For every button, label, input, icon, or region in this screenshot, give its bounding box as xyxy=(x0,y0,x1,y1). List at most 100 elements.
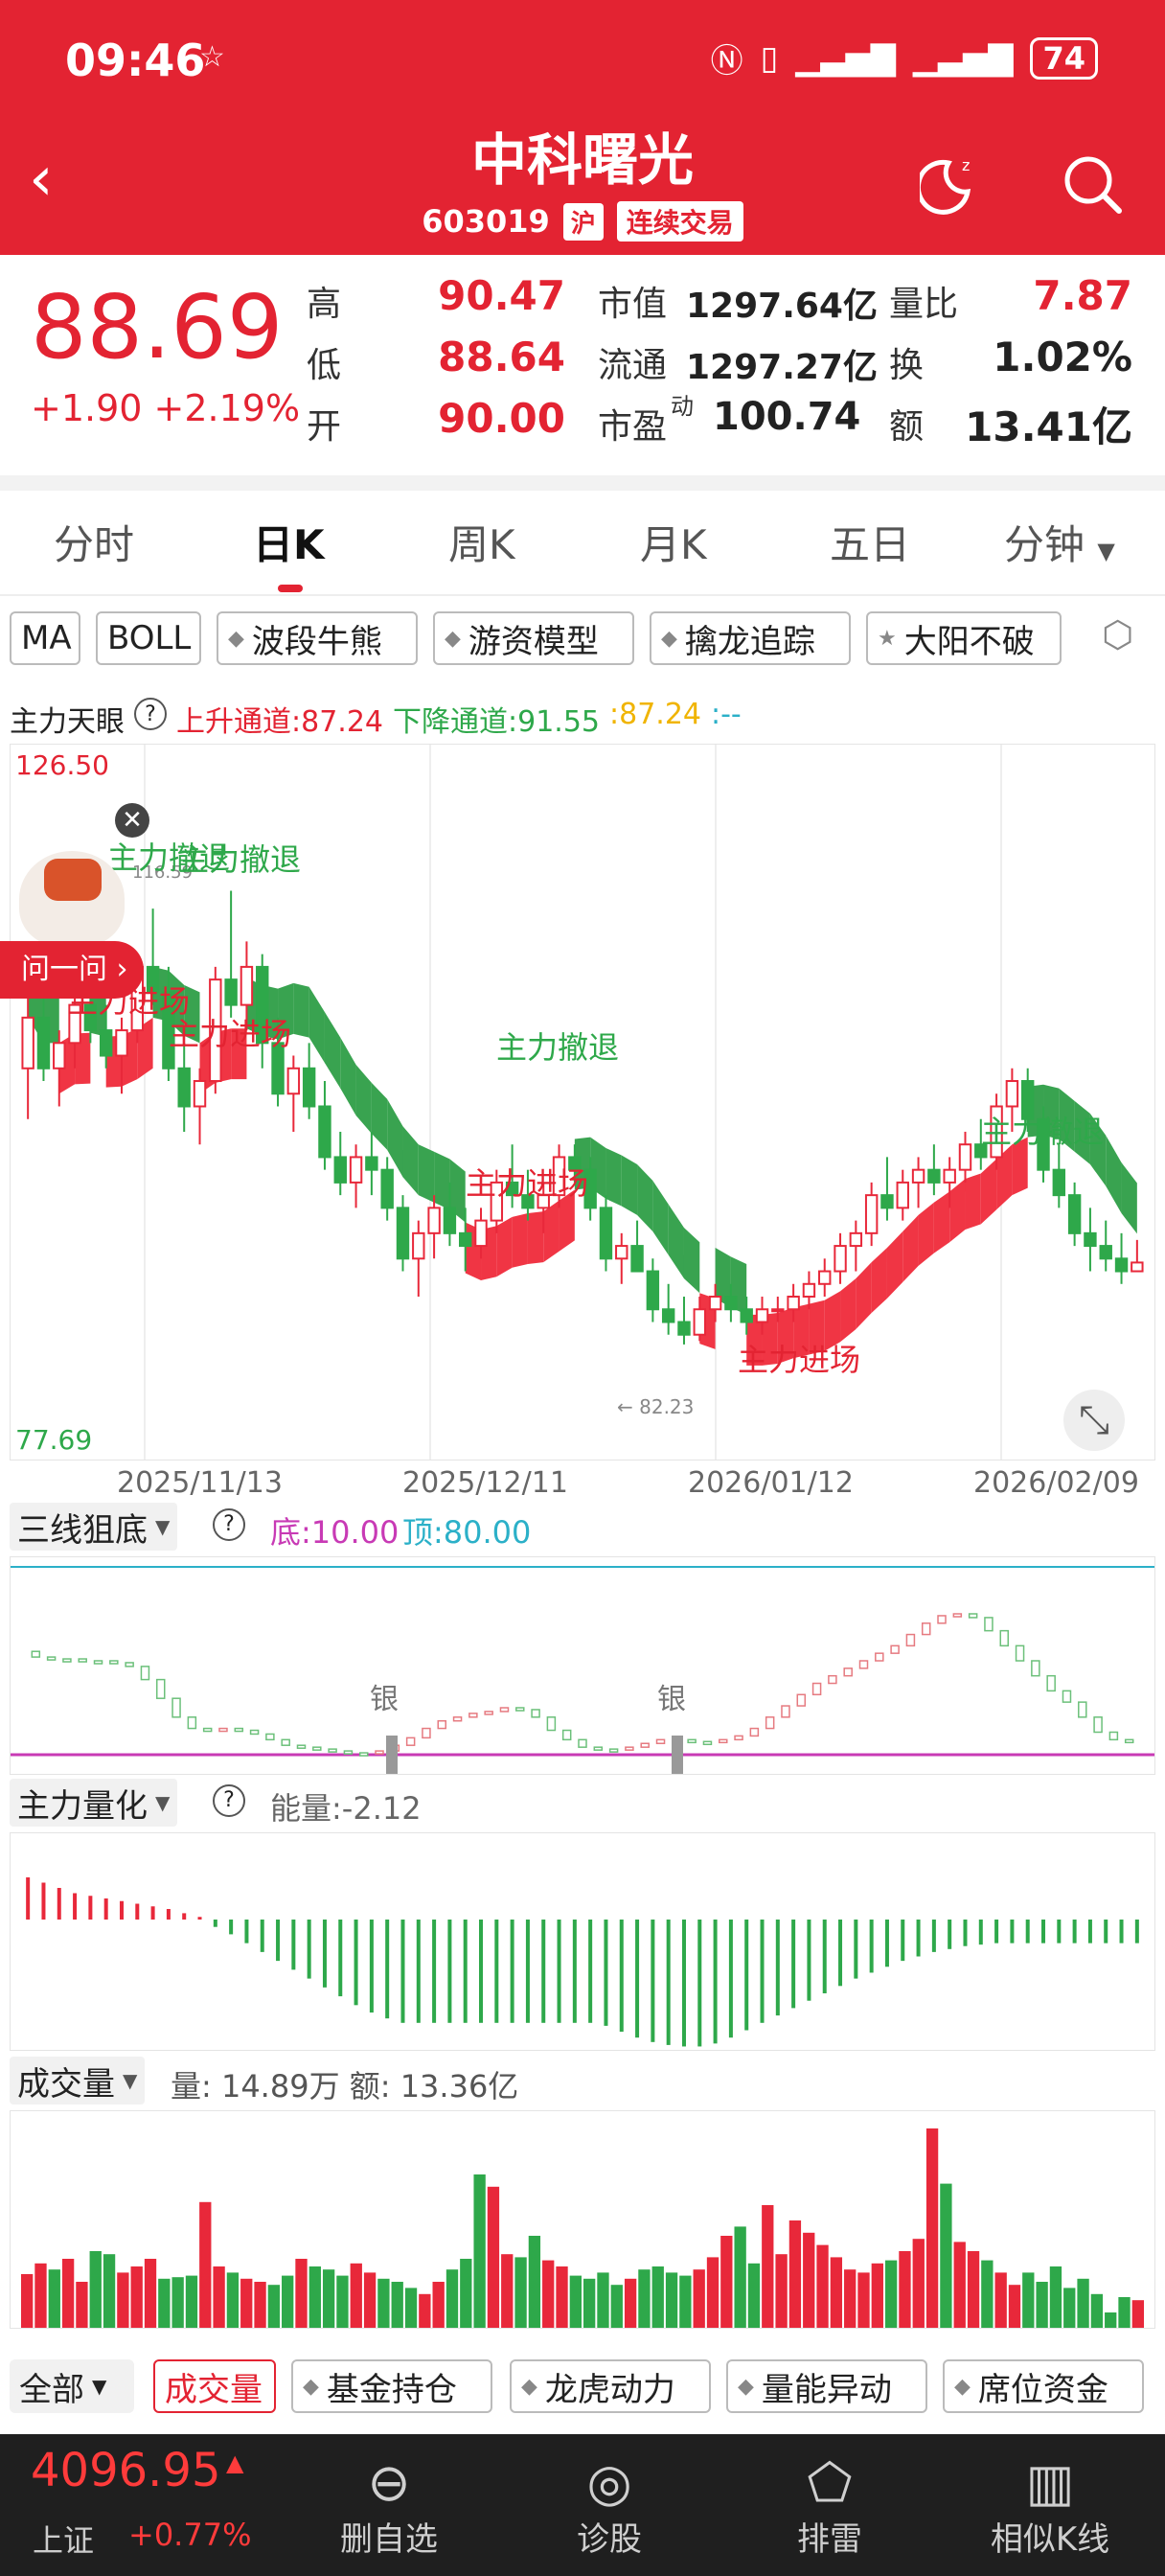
bottom-tab-volume-abnormal[interactable]: ◆ 量能异动 xyxy=(726,2359,927,2413)
volume-bar xyxy=(460,2259,472,2328)
diamond-icon: ◆ xyxy=(303,2374,319,2399)
volume-bar xyxy=(267,2285,281,2328)
bottom-tab-all[interactable]: 全部 ▼ xyxy=(10,2359,134,2413)
candle-body xyxy=(896,1181,909,1209)
open-value: 90.00 xyxy=(438,395,565,442)
volume-bar xyxy=(282,2275,294,2328)
mascot-avatar[interactable] xyxy=(19,851,125,947)
candle-body xyxy=(396,1207,410,1260)
tab-intraday[interactable]: 分时 xyxy=(54,513,134,571)
diamond-icon: ◆ xyxy=(521,2374,537,2399)
nav-mine-clear[interactable]: ⬠ 排雷 xyxy=(743,2453,916,2560)
bottom-tab-dragon[interactable]: ◆ 龙虎动力 xyxy=(510,2359,711,2413)
volume-selector[interactable]: 成交量 ▼ xyxy=(10,2057,146,2104)
volume-bar xyxy=(556,2266,568,2328)
volume-bar xyxy=(720,2236,733,2328)
volume-bar xyxy=(747,2263,761,2328)
index-value[interactable]: 4096.95 xyxy=(31,2444,221,2497)
tab-monthly-k[interactable]: 月K xyxy=(640,513,707,571)
sanxian-bar xyxy=(546,1716,557,1732)
search-icon[interactable] xyxy=(1060,151,1127,218)
sanxian-bar xyxy=(921,1622,931,1636)
energy-bar xyxy=(1119,1920,1124,1944)
energy-bar xyxy=(26,1877,31,1920)
energy-bar xyxy=(119,1900,124,1920)
energy-bar xyxy=(525,1920,530,2023)
volume-bar xyxy=(501,2254,514,2328)
bottom-tab-volume[interactable]: 成交量 xyxy=(153,2359,276,2413)
chip-boll[interactable]: BOLL xyxy=(96,611,201,665)
candle-body xyxy=(849,1231,863,1248)
chip-dragon-track[interactable]: ◆ 擒龙追踪 xyxy=(650,611,851,665)
energy-bar xyxy=(1072,1920,1077,1944)
channel-band xyxy=(543,1200,560,1263)
volume-bar xyxy=(199,2201,212,2328)
status-icons: Ⓝ ▯ ▁▃▅▇ ▁▃▅▇ 74 xyxy=(711,34,1098,81)
silver-mark: 银 xyxy=(370,1683,399,1716)
close-icon[interactable]: ✕ xyxy=(115,803,149,838)
candle-body xyxy=(943,1168,956,1184)
energy-bar xyxy=(713,1920,718,2044)
channel-band xyxy=(683,1228,700,1294)
sanxian-bar xyxy=(358,1752,369,1757)
nav-similar-k[interactable]: ▥ 相似K线 xyxy=(964,2453,1136,2560)
volume-bar xyxy=(734,2226,746,2328)
sanxian-bar xyxy=(156,1678,166,1699)
bottom-tab-seat-fund[interactable]: ◆ 席位资金 xyxy=(943,2359,1144,2413)
energy-bar xyxy=(213,1920,217,1927)
sanxian-bar xyxy=(328,1748,337,1753)
volume-bar xyxy=(706,2257,720,2328)
help-icon[interactable]: ? xyxy=(134,698,167,730)
help-icon[interactable]: ? xyxy=(213,1508,245,1541)
y-min-label: 77.69 xyxy=(15,1424,93,1456)
nav-remove-watchlist[interactable]: ⊖ 删自选 xyxy=(303,2453,475,2560)
channel-band xyxy=(387,1098,403,1178)
indicator-name[interactable]: 主力天眼 xyxy=(10,698,125,740)
caret-down-icon: ▼ xyxy=(155,1791,171,1814)
candle-body xyxy=(21,1016,34,1070)
chip-hot-money-model[interactable]: ◆ 游资模型 xyxy=(433,611,634,665)
tab-five-day[interactable]: 五日 xyxy=(830,513,910,571)
candle-body xyxy=(708,1296,722,1311)
energy-bar xyxy=(1134,1920,1139,1944)
tab-daily-k[interactable]: 日K xyxy=(253,513,325,571)
volume-bar xyxy=(1118,2297,1131,2328)
energy-bar xyxy=(307,1920,311,1979)
chip-ma[interactable]: MA xyxy=(10,611,80,665)
volume-info: 量: 14.89万 额: 13.36亿 xyxy=(171,2068,519,2104)
chip-wave-bull-bear[interactable]: ◆ 波段牛熊 xyxy=(217,611,418,665)
bottom-tab-fund[interactable]: ◆ 基金持仓 xyxy=(291,2359,492,2413)
energy-bar xyxy=(931,1920,936,1952)
candle-body xyxy=(834,1245,847,1273)
energy-bar xyxy=(651,1920,655,2042)
nav-diagnose[interactable]: ◎ 诊股 xyxy=(523,2453,696,2560)
expand-icon[interactable]: ⤡ xyxy=(1063,1390,1125,1451)
zhuli-selector[interactable]: 主力量化 ▼ xyxy=(10,1779,178,1827)
sanxian-bar xyxy=(968,1613,978,1619)
energy-bar xyxy=(291,1920,296,1970)
volume-bar xyxy=(130,2266,143,2328)
energy-bar xyxy=(948,1920,952,1949)
candle-body xyxy=(286,1067,301,1095)
mine-icon: ⬠ xyxy=(807,2452,853,2513)
tab-weekly-k[interactable]: 周K xyxy=(448,513,515,571)
settings-hex-icon[interactable]: ⬡ xyxy=(1102,613,1133,656)
channel-band xyxy=(527,1211,544,1264)
night-mode-icon[interactable]: z xyxy=(920,150,987,217)
header: 09:46 ☆ Ⓝ ▯ ▁▃▅▇ ▁▃▅▇ 74 ‹ 中科曙光 603019 沪… xyxy=(0,0,1165,255)
sanxian-bar xyxy=(31,1650,41,1658)
channel-band xyxy=(418,1144,435,1203)
help-icon[interactable]: ? xyxy=(213,1784,245,1817)
candle-body xyxy=(880,1194,894,1209)
pe-value: 100.74 xyxy=(713,395,861,439)
sanxian-bar xyxy=(281,1738,290,1746)
energy-bar xyxy=(416,1920,421,2023)
chip-big-yang[interactable]: ★ 大阳不破 xyxy=(866,611,1062,665)
energy-bar xyxy=(1010,1920,1015,1944)
volume-bar xyxy=(899,2251,911,2328)
sanxian-selector[interactable]: 三线狙底 ▼ xyxy=(10,1503,178,1551)
tab-minute[interactable]: 分钟 ▼ xyxy=(1004,513,1115,571)
ask-button[interactable]: 问一问 › xyxy=(0,941,144,999)
volume-bar xyxy=(322,2269,335,2328)
volume-bar xyxy=(336,2275,349,2328)
